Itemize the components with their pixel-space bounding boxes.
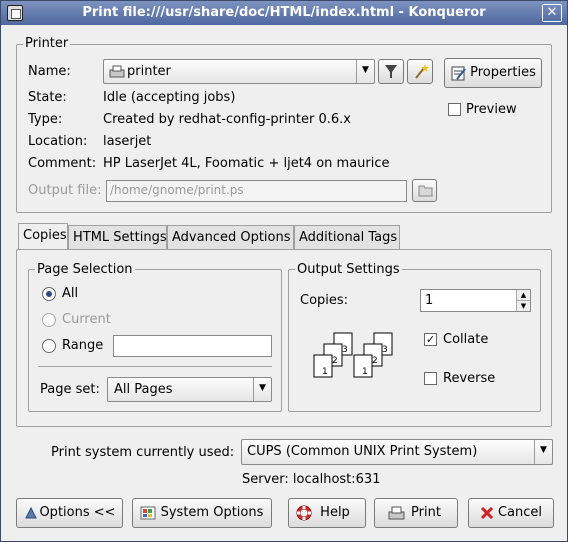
- options-label: Options <<: [39, 505, 116, 520]
- system-options-button[interactable]: System Options: [132, 498, 272, 528]
- type-label: Type:: [28, 112, 63, 127]
- cancel-button[interactable]: Cancel: [468, 498, 554, 528]
- reverse-label[interactable]: Reverse: [443, 371, 495, 386]
- title-bar[interactable]: Print file:///usr/share/doc/HTML/index.h…: [1, 1, 567, 25]
- magic-wand-icon: [413, 63, 429, 84]
- preview-checkbox[interactable]: [448, 103, 461, 116]
- divider: [38, 366, 272, 367]
- page-number: 2: [332, 356, 338, 366]
- copies-label: Copies:: [300, 293, 349, 308]
- window-title: Print file:///usr/share/doc/HTML/index.h…: [82, 5, 486, 20]
- comment-value: HP LaserJet 4L, Foomatic + ljet4 on maur…: [103, 156, 390, 171]
- checkmark-icon: ✓: [425, 333, 436, 346]
- properties-label: Properties: [470, 65, 536, 80]
- chevron-down-icon[interactable]: ▼: [534, 440, 552, 464]
- range-radio[interactable]: [42, 339, 56, 353]
- print-system-combo[interactable]: CUPS (Common UNIX Print System) ▼: [241, 439, 553, 465]
- server-label: Server: localhost:631: [242, 472, 381, 487]
- output-file-label: Output file:: [28, 183, 102, 198]
- properties-button[interactable]: Properties: [444, 58, 542, 88]
- spin-down-icon[interactable]: ▼: [516, 301, 530, 311]
- print-label: Print: [411, 505, 441, 520]
- copies-value: 1: [425, 293, 434, 308]
- comment-label: Comment:: [28, 156, 97, 171]
- close-button[interactable]: ✕: [542, 4, 562, 22]
- page-set-label: Page set:: [40, 382, 100, 397]
- system-options-icon: [140, 505, 156, 525]
- print-system-label: Print system currently used:: [51, 445, 235, 460]
- page-number: 2: [372, 356, 378, 366]
- help-button[interactable]: Help: [288, 498, 366, 528]
- reverse-checkbox[interactable]: [424, 372, 437, 385]
- name-label: Name:: [28, 64, 71, 79]
- location-label: Location:: [28, 134, 88, 149]
- chevron-down-icon[interactable]: ▼: [356, 60, 374, 83]
- help-label: Help: [320, 505, 350, 520]
- page-number: 1: [362, 367, 368, 377]
- collate-stack-1: 3 2 1: [313, 332, 353, 378]
- range-input[interactable]: [113, 335, 272, 357]
- print-dialog: Print file:///usr/share/doc/HTML/index.h…: [0, 0, 568, 542]
- lifebuoy-icon: [296, 505, 312, 525]
- options-button[interactable]: Options <<: [16, 498, 123, 528]
- page-selection-title: Page Selection: [35, 262, 135, 277]
- filter-button[interactable]: [378, 59, 404, 84]
- wizard-button[interactable]: [407, 59, 433, 84]
- preview-label[interactable]: Preview: [466, 102, 517, 117]
- state-value: Idle (accepting jobs): [103, 90, 236, 105]
- page-set-value: All Pages: [114, 382, 173, 397]
- printer-icon: [388, 506, 405, 525]
- filter-icon: [384, 63, 398, 84]
- tab-additional-tags[interactable]: Additional Tags: [294, 225, 400, 249]
- print-system-value: CUPS (Common UNIX Print System): [247, 444, 478, 459]
- output-settings-title: Output Settings: [295, 262, 402, 277]
- close-icon: ✕: [546, 5, 558, 20]
- collate-stack-2: 3 2 1: [353, 332, 393, 378]
- system-options-label: System Options: [160, 505, 264, 520]
- printer-name-combo[interactable]: printer ▼: [103, 59, 375, 84]
- printer-icon: [109, 65, 125, 78]
- all-radio[interactable]: [42, 287, 56, 301]
- all-label[interactable]: All: [62, 286, 78, 301]
- tab-html-settings[interactable]: HTML Settings: [68, 225, 167, 249]
- printer-group-title: Printer: [23, 36, 71, 51]
- range-label[interactable]: Range: [62, 338, 103, 353]
- copies-spinbox[interactable]: 1 ▲ ▼: [420, 289, 531, 312]
- document-properties-icon: [451, 66, 466, 85]
- current-radio[interactable]: [42, 313, 56, 327]
- page-number: 1: [322, 367, 328, 377]
- collate-label[interactable]: Collate: [443, 332, 488, 347]
- triangle-up-icon: [25, 506, 37, 523]
- collate-illustration: 3 2 1 3 2 1: [313, 332, 393, 378]
- printer-name-value: printer: [127, 64, 171, 79]
- browse-button[interactable]: [412, 179, 437, 202]
- tab-advanced-options[interactable]: Advanced Options: [167, 225, 294, 249]
- chevron-down-icon[interactable]: ▼: [253, 378, 271, 401]
- cancel-icon: [480, 506, 494, 524]
- page-number: 3: [382, 345, 388, 355]
- spin-up-icon[interactable]: ▲: [516, 290, 530, 301]
- type-value: Created by redhat-config-printer 0.6.x: [103, 112, 351, 127]
- collate-checkbox[interactable]: ✓: [424, 333, 437, 346]
- folder-icon: [418, 184, 433, 201]
- page-number: 3: [342, 345, 348, 355]
- cancel-label: Cancel: [497, 505, 543, 520]
- print-button[interactable]: Print: [374, 498, 458, 528]
- location-value: laserjet: [103, 134, 152, 149]
- current-label[interactable]: Current: [62, 312, 111, 327]
- page-set-combo[interactable]: All Pages ▼: [107, 377, 272, 402]
- tab-copies[interactable]: Copies: [18, 223, 68, 249]
- state-label: State:: [28, 90, 67, 105]
- output-file-field[interactable]: /home/gnome/print.ps: [106, 180, 407, 202]
